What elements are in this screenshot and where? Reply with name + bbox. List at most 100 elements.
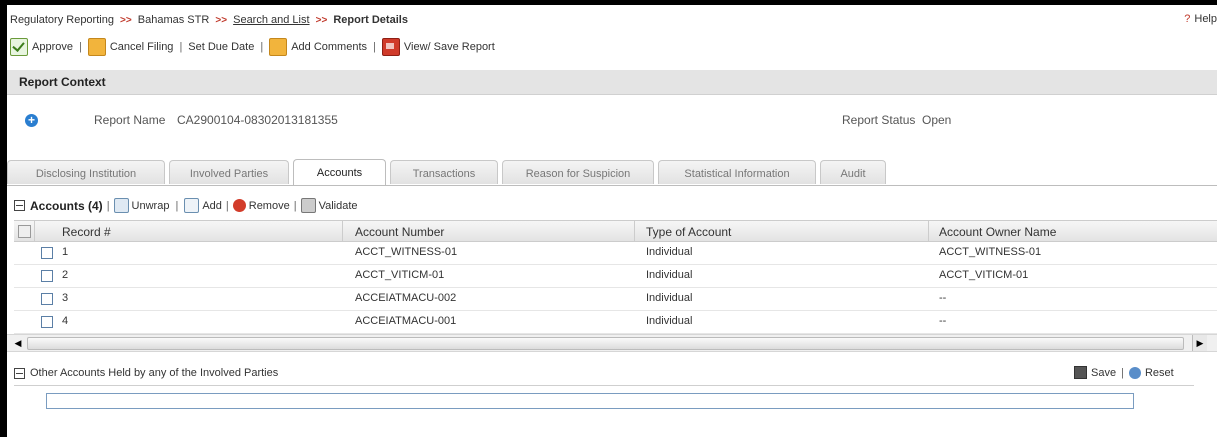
approve-button[interactable]: Approve — [10, 38, 73, 56]
section-divider — [14, 385, 1194, 386]
row-checkbox[interactable] — [41, 293, 53, 305]
toolbar-separator: | — [179, 41, 183, 53]
save-button[interactable]: Save — [1074, 366, 1116, 379]
toolbar-separator: | — [78, 41, 82, 53]
tab-involved-parties[interactable]: Involved Parties — [169, 160, 289, 184]
toolbar-separator: | — [293, 199, 297, 212]
row-checkbox[interactable] — [41, 316, 53, 328]
scroll-left-arrow-icon[interactable]: ◀ — [11, 335, 25, 351]
tab-reason-for-suspicion[interactable]: Reason for Suspicion — [502, 160, 654, 184]
set-due-date-label: Set Due Date — [188, 41, 255, 53]
approve-label: Approve — [32, 41, 73, 53]
report-context-header: Report Context — [7, 70, 1217, 95]
validate-label: Validate — [318, 199, 358, 212]
report-details-page: Regulatory Reporting >> Bahamas STR >> S… — [0, 0, 1217, 437]
remove-account-button[interactable]: Remove — [232, 199, 290, 212]
hierarchy-icon[interactable] — [18, 225, 31, 238]
other-accounts-title: Other Accounts Held by any of the Involv… — [30, 367, 279, 379]
breadcrumb-search-and-list-link[interactable]: Search and List — [233, 14, 309, 26]
cell-account-number: ACCT_VITICM-01 — [355, 269, 445, 281]
tab-disclosing-institution[interactable]: Disclosing Institution — [7, 160, 165, 184]
unwrap-label: Unwrap — [131, 199, 170, 212]
table-row[interactable]: 3 ACCEIATMACU-002 Individual -- — [14, 288, 1217, 311]
cancel-filing-icon — [87, 38, 106, 56]
cell-account-number: ACCEIATMACU-002 — [355, 292, 457, 304]
other-accounts-header: Other Accounts Held by any of the Involv… — [14, 367, 278, 379]
validate-button[interactable]: Validate — [300, 198, 358, 213]
view-save-report-button[interactable]: View/ Save Report — [381, 38, 495, 56]
other-accounts-textarea[interactable] — [46, 393, 1134, 409]
other-accounts-actions: Save | Reset — [1074, 366, 1174, 379]
breadcrumb-separator: >> — [315, 15, 328, 26]
toolbar-separator: | — [175, 199, 179, 212]
tab-transactions[interactable]: Transactions — [390, 160, 498, 184]
view-save-report-label: View/ Save Report — [403, 41, 495, 53]
cell-record: 3 — [62, 292, 69, 304]
cell-account-owner: ACCT_WITNESS-01 — [939, 246, 1042, 258]
report-name-value: CA2900104-08302013181355 — [177, 113, 338, 127]
cancel-filing-label: Cancel Filing — [109, 41, 174, 53]
cell-record: 4 — [62, 315, 69, 327]
column-divider — [634, 221, 635, 241]
scroll-right-arrow-icon[interactable]: ▶ — [1192, 335, 1207, 351]
reset-button[interactable]: Reset — [1128, 366, 1174, 379]
tab-audit[interactable]: Audit — [820, 160, 886, 184]
report-tabs: Disclosing Institution Involved Parties … — [7, 159, 1217, 186]
row-checkbox[interactable] — [41, 270, 53, 282]
tab-statistical-information[interactable]: Statistical Information — [658, 160, 816, 184]
tab-accounts[interactable]: Accounts — [293, 159, 386, 185]
column-header-account-owner-name[interactable]: Account Owner Name — [939, 225, 1056, 239]
column-divider — [342, 221, 343, 241]
report-status-label: Report Status — [842, 113, 916, 127]
unwrap-button[interactable]: Unwrap — [113, 198, 170, 213]
column-divider — [34, 221, 35, 241]
column-header-record[interactable]: Record # — [62, 225, 111, 239]
add-comments-icon — [269, 38, 288, 56]
approve-icon — [10, 38, 28, 56]
breadcrumb-bahamas-str: Bahamas STR — [137, 14, 210, 26]
accounts-section-header: Accounts (4) | Unwrap | Add | Remove | V… — [14, 198, 358, 213]
toolbar-separator: | — [225, 199, 229, 212]
add-comments-button[interactable]: Add Comments — [269, 38, 367, 56]
add-icon — [184, 198, 200, 213]
table-row[interactable]: 1 ACCT_WITNESS-01 Individual ACCT_WITNES… — [14, 242, 1217, 265]
help-label: Help — [1194, 13, 1217, 25]
collapse-icon[interactable] — [14, 367, 25, 379]
window-left-border — [0, 0, 7, 437]
toolbar-separator: | — [373, 41, 376, 53]
add-comments-label: Add Comments — [291, 41, 368, 53]
set-due-date-button[interactable]: Set Due Date — [188, 41, 254, 53]
help-link[interactable]: ? Help — [1184, 13, 1217, 25]
cell-type-of-account: Individual — [646, 315, 693, 327]
column-divider — [928, 221, 929, 241]
toolbar-separator: | — [260, 41, 264, 53]
breadcrumb-report-details: Report Details — [333, 14, 408, 26]
collapse-icon[interactable] — [14, 200, 25, 211]
table-row[interactable]: 2 ACCT_VITICM-01 Individual ACCT_VITICM-… — [14, 265, 1217, 288]
cell-account-number: ACCEIATMACU-001 — [355, 315, 457, 327]
horizontal-scrollbar[interactable]: ◀ ▶ — [7, 334, 1217, 352]
window-top-border — [0, 0, 1217, 5]
help-icon: ? — [1184, 13, 1191, 25]
remove-icon — [232, 199, 246, 212]
table-row[interactable]: 4 ACCEIATMACU-001 Individual -- — [14, 311, 1217, 334]
report-status-value: Open — [922, 113, 952, 127]
report-toolbar: Approve | Cancel Filing | Set Due Date |… — [10, 38, 495, 56]
scrollbar-thumb[interactable] — [27, 337, 1184, 350]
add-account-button[interactable]: Add — [184, 198, 222, 213]
expand-plus-icon[interactable]: + — [25, 114, 38, 127]
reset-label: Reset — [1144, 366, 1174, 379]
cell-account-owner: -- — [939, 315, 947, 327]
cell-record: 1 — [62, 246, 69, 258]
cell-account-owner: ACCT_VITICM-01 — [939, 269, 1029, 281]
column-header-account-number[interactable]: Account Number — [355, 225, 444, 239]
breadcrumb: Regulatory Reporting >> Bahamas STR >> S… — [10, 14, 408, 26]
cell-type-of-account: Individual — [646, 246, 693, 258]
save-label: Save — [1091, 366, 1117, 379]
row-checkbox[interactable] — [41, 247, 53, 259]
report-context-title: Report Context — [19, 75, 106, 89]
column-header-type-of-account[interactable]: Type of Account — [646, 225, 731, 239]
reset-icon — [1128, 366, 1141, 379]
report-name-label: Report Name — [94, 113, 166, 127]
cancel-filing-button[interactable]: Cancel Filing — [87, 38, 174, 56]
